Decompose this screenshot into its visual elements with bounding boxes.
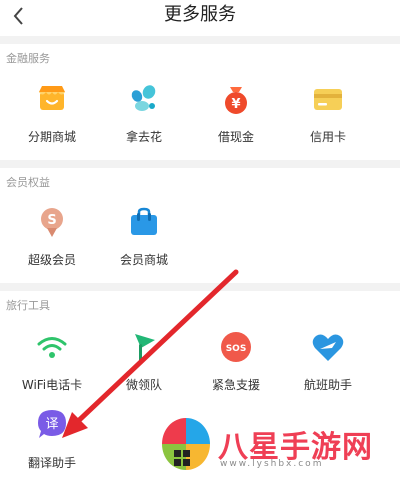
- watermark-logo: 八星手游网 www.lyshbx.com: [148, 406, 400, 481]
- watermark-url: www.lyshbx.com: [220, 459, 324, 469]
- watermark-mark-icon: [162, 418, 210, 470]
